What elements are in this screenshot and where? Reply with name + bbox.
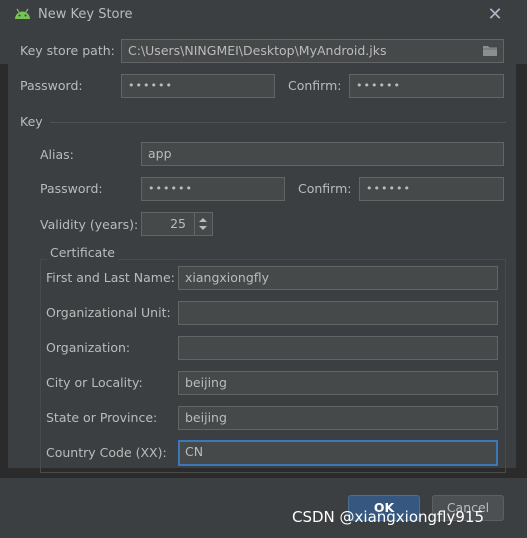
key-password-label: Password: xyxy=(40,181,103,196)
city-locality-input[interactable]: beijing xyxy=(178,371,498,395)
key-store-path-label: Key store path: xyxy=(20,43,115,58)
alias-label: Alias: xyxy=(40,147,74,162)
folder-icon[interactable] xyxy=(483,45,497,56)
validity-label: Validity (years): xyxy=(40,217,139,232)
validity-stepper[interactable] xyxy=(194,213,210,235)
key-confirm-label: Confirm: xyxy=(298,181,352,196)
keystore-confirm-value: •••••• xyxy=(356,79,401,92)
key-section-label: Key xyxy=(20,114,43,129)
country-code-value: CN xyxy=(185,444,204,459)
spinner-arrows-icon xyxy=(199,218,207,230)
country-code-label: Country Code (XX): xyxy=(46,445,167,460)
android-icon xyxy=(15,8,30,19)
key-section-divider xyxy=(50,122,506,123)
validity-spinner[interactable]: 25 xyxy=(141,212,213,236)
key-confirm-value: •••••• xyxy=(366,182,411,195)
organizational-unit-input[interactable] xyxy=(178,301,498,325)
keystore-confirm-label: Confirm: xyxy=(288,78,342,93)
organization-label: Organization: xyxy=(46,340,131,355)
state-province-input[interactable]: beijing xyxy=(178,406,498,430)
watermark: CSDN @xiangxiongfly915 xyxy=(292,508,485,526)
key-store-path-value: C:\Users\NINGMEI\Desktop\MyAndroid.jks xyxy=(128,43,387,58)
first-last-name-value: xiangxiongfly xyxy=(185,270,270,285)
city-locality-label: City or Locality: xyxy=(46,375,143,390)
state-province-label: State or Province: xyxy=(46,410,158,425)
validity-value: 25 xyxy=(170,216,186,231)
keystore-confirm-input[interactable]: •••••• xyxy=(349,74,504,98)
key-store-path-input[interactable]: C:\Users\NINGMEI\Desktop\MyAndroid.jks xyxy=(121,39,504,63)
title-bar: New Key Store ✕ xyxy=(0,0,527,30)
keystore-password-label: Password: xyxy=(20,78,83,93)
state-province-value: beijing xyxy=(185,410,227,425)
first-last-name-label: First and Last Name: xyxy=(46,270,175,285)
close-icon[interactable]: ✕ xyxy=(485,5,505,25)
keystore-password-value: •••••• xyxy=(128,79,173,92)
certificate-section-label: Certificate xyxy=(47,245,118,260)
window-title: New Key Store xyxy=(38,7,133,22)
keystore-password-input[interactable]: •••••• xyxy=(121,74,275,98)
organization-input[interactable] xyxy=(178,336,498,360)
country-code-input[interactable]: CN xyxy=(178,440,498,466)
organizational-unit-label: Organizational Unit: xyxy=(46,305,171,320)
key-password-input[interactable]: •••••• xyxy=(141,177,285,201)
alias-value: app xyxy=(148,146,172,161)
key-password-value: •••••• xyxy=(148,182,193,195)
key-confirm-input[interactable]: •••••• xyxy=(359,177,504,201)
city-locality-value: beijing xyxy=(185,375,227,390)
background-edge-left xyxy=(0,64,8,468)
background-edge-right xyxy=(516,64,527,468)
first-last-name-input[interactable]: xiangxiongfly xyxy=(178,266,498,290)
alias-input[interactable]: app xyxy=(141,142,504,166)
